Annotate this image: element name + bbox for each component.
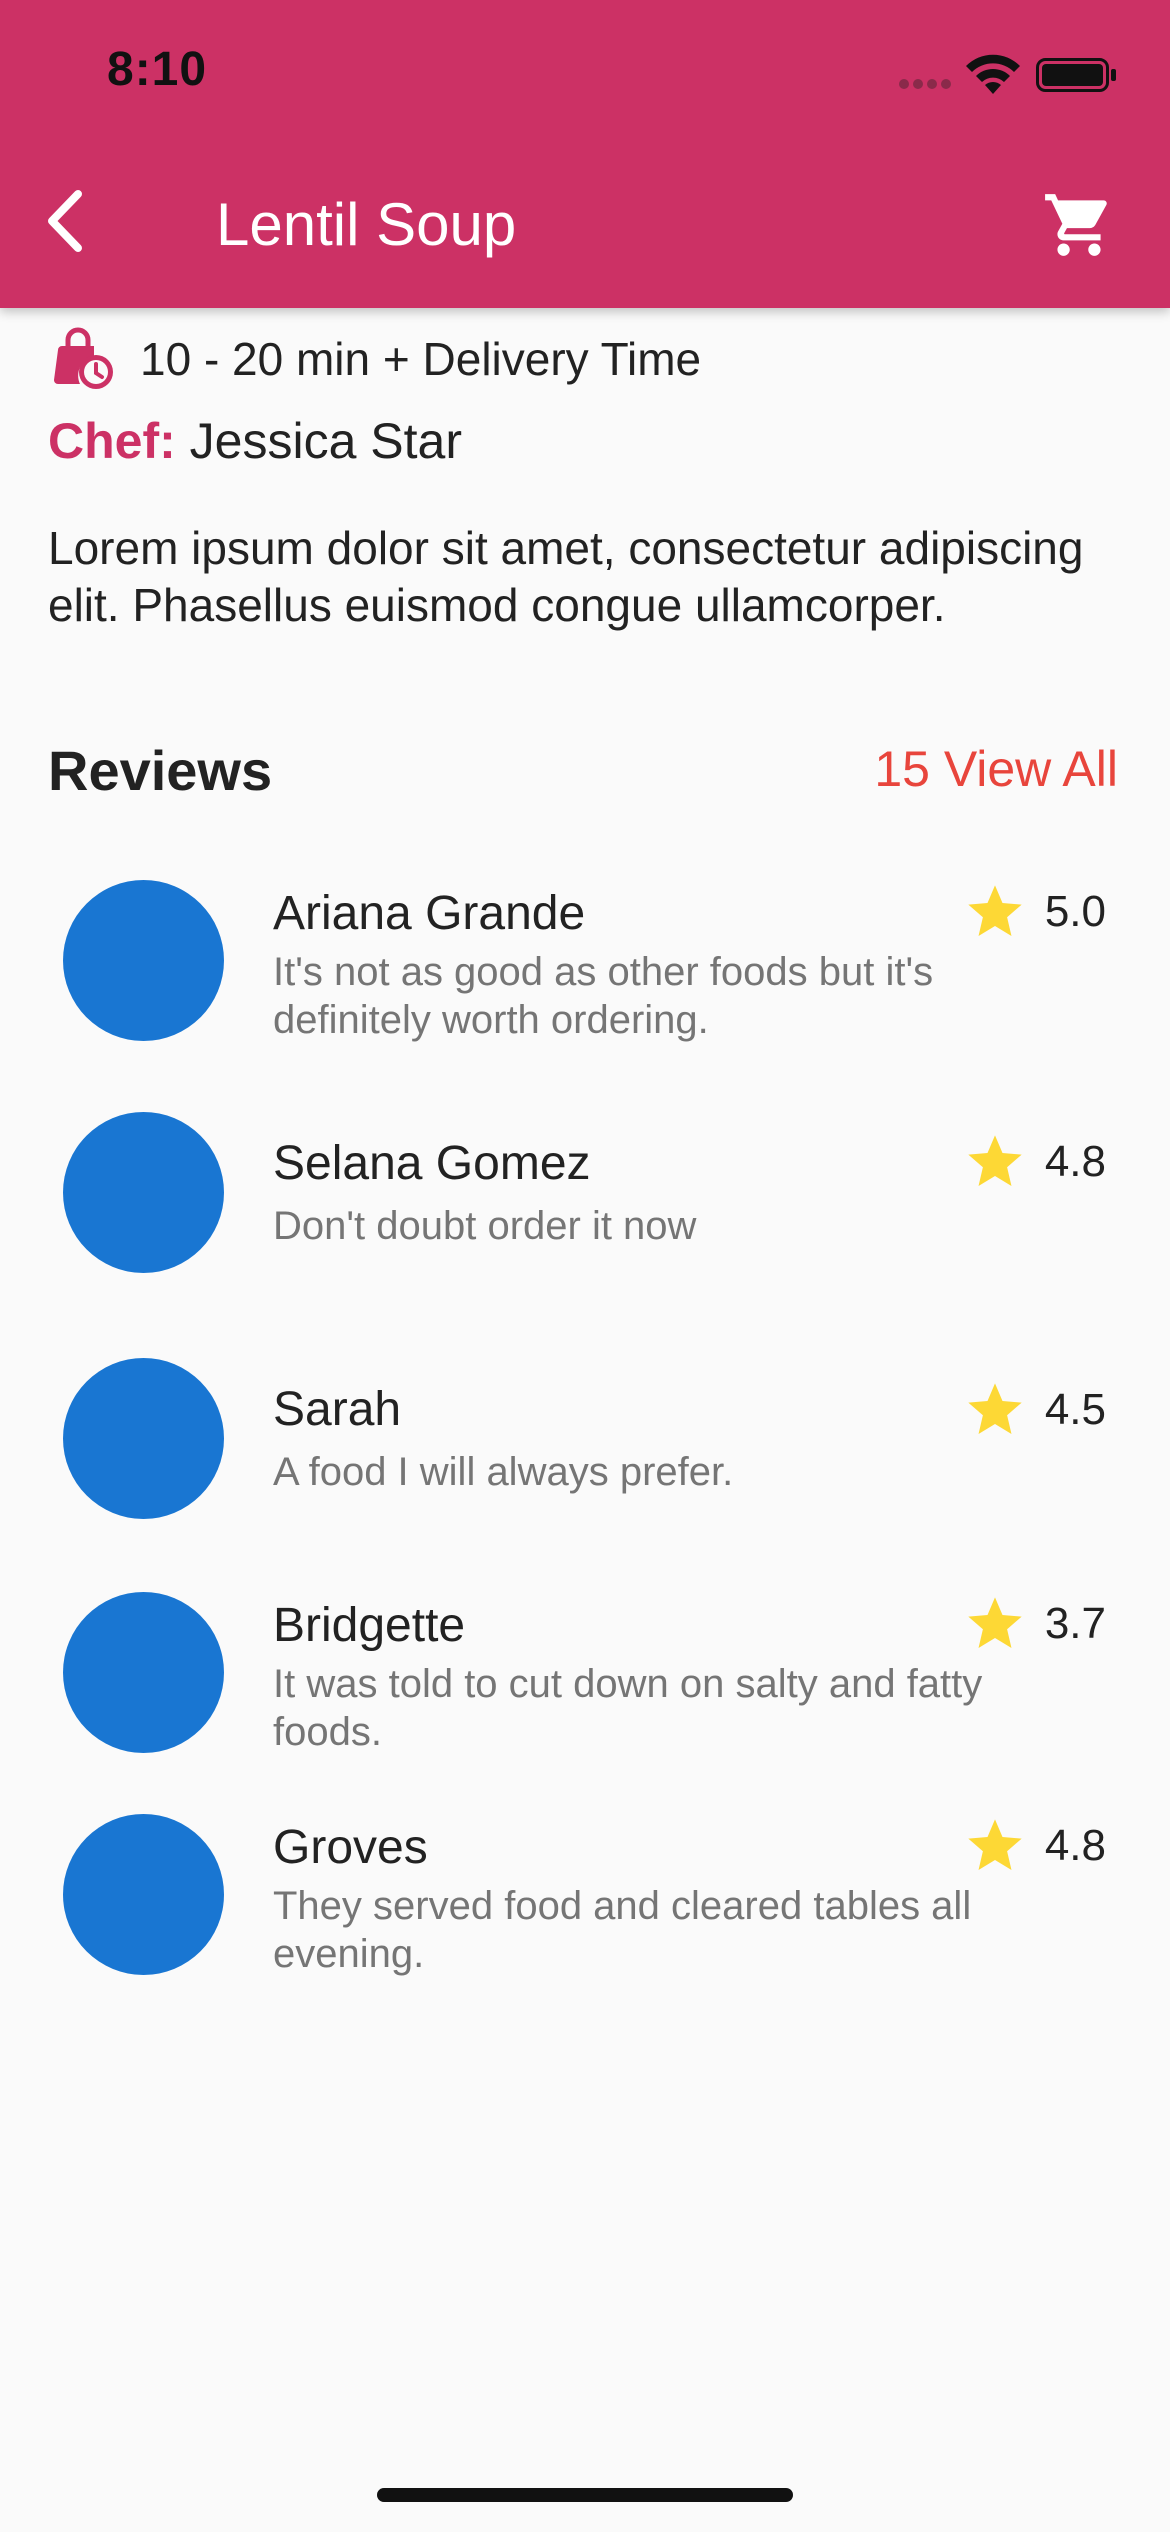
- dish-description: Lorem ipsum dolor sit amet, consectetur …: [48, 522, 1084, 631]
- app-bar: 8:10 Lentil Soup: [0, 0, 1170, 308]
- rating-value: 4.8: [1044, 1821, 1106, 1870]
- review-rating: 3.7: [963, 1592, 1106, 1656]
- avatar: [63, 1592, 224, 1753]
- reviews-heading: Reviews: [48, 739, 273, 802]
- status-icons: [898, 50, 1118, 100]
- star-icon: [968, 1135, 1022, 1186]
- reviewer-name: Sarah: [273, 1383, 402, 1436]
- delivery-info: 10 - 20 min + Delivery Time: [50, 324, 701, 394]
- review-comment: A food I will always prefer.: [273, 1450, 734, 1494]
- home-indicator[interactable]: [377, 2488, 793, 2502]
- page-title: Lentil Soup: [216, 191, 517, 258]
- star-icon: [968, 1819, 1022, 1870]
- rating-value: 4.5: [1044, 1385, 1106, 1434]
- star-icon: [968, 1597, 1022, 1648]
- rating-value: 4.8: [1044, 1137, 1106, 1186]
- review-comment: It's not as good as other foods but it's…: [273, 950, 934, 1042]
- wifi-icon: [966, 54, 1020, 94]
- chef-name: Jessica Star: [189, 413, 462, 469]
- delivery-time-text: 10 - 20 min + Delivery Time: [140, 333, 702, 385]
- avatar: [63, 880, 224, 1041]
- review-rating: 4.8: [963, 1130, 1106, 1194]
- reviewer-name: Groves: [273, 1821, 428, 1874]
- avatar: [63, 1358, 224, 1519]
- star-icon: [968, 1383, 1022, 1434]
- reviewer-name: Bridgette: [273, 1599, 466, 1652]
- review-comment: They served food and cleared tables all …: [273, 1884, 972, 1976]
- review-rating: 4.8: [963, 1814, 1106, 1878]
- chef-info: Chef: Jessica Star: [48, 412, 462, 470]
- chef-label: Chef:: [48, 413, 176, 469]
- status-time: 8:10: [107, 43, 208, 96]
- cart-button[interactable]: [1042, 188, 1116, 262]
- rating-value: 3.7: [1044, 1599, 1106, 1648]
- cellular-signal-icon: [899, 79, 951, 89]
- back-button[interactable]: [36, 186, 96, 256]
- avatar: [63, 1814, 224, 1975]
- reviewer-name: Selana Gomez: [273, 1137, 591, 1190]
- review-comment: Don't doubt order it now: [273, 1204, 697, 1248]
- star-icon: [968, 885, 1022, 936]
- review-rating: 4.5: [963, 1378, 1106, 1442]
- review-rating: 5.0: [963, 880, 1106, 944]
- rating-value: 5.0: [1044, 887, 1106, 936]
- avatar: [63, 1112, 224, 1273]
- shopping-bag-clock-icon: [54, 327, 113, 389]
- review-comment: It was told to cut down on salty and fat…: [273, 1662, 983, 1754]
- reviewer-name: Ariana Grande: [273, 887, 586, 940]
- battery-icon: [1036, 58, 1116, 92]
- view-all-reviews-link[interactable]: 15 View All: [874, 740, 1118, 798]
